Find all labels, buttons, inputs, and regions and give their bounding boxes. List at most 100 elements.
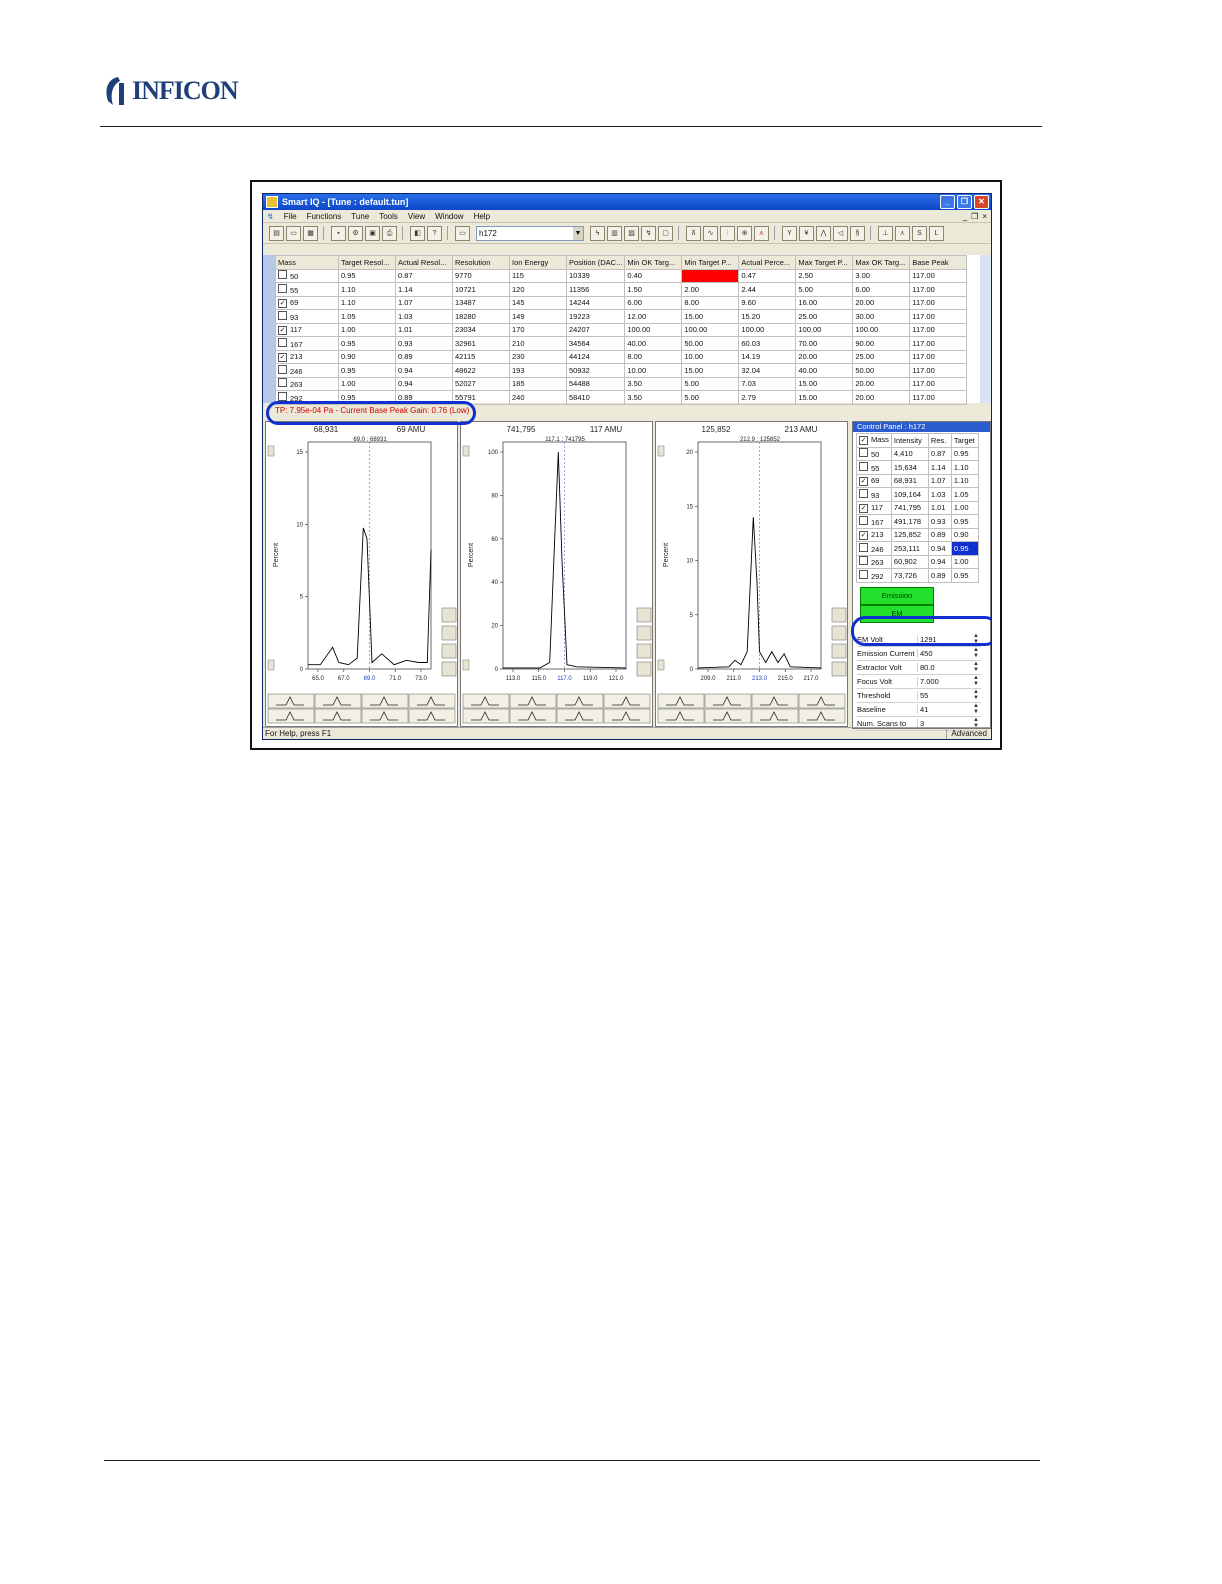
table-cell[interactable]: 32961 bbox=[452, 336, 510, 351]
row-checkbox[interactable] bbox=[278, 364, 287, 374]
table-cell[interactable]: 13487 bbox=[452, 295, 510, 310]
table-cell[interactable]: 117.00 bbox=[909, 268, 968, 283]
table-cell[interactable]: 54488 bbox=[565, 376, 626, 391]
table-cell[interactable]: ✓ 117 bbox=[275, 322, 339, 337]
peak-shape-button[interactable] bbox=[798, 708, 846, 724]
table-cell[interactable]: 1.00 bbox=[338, 376, 396, 391]
peak-shape-button[interactable] bbox=[462, 708, 510, 724]
table-cell[interactable]: 15.00 bbox=[681, 309, 740, 324]
table-cell[interactable]: 2.50 bbox=[795, 268, 854, 283]
tool-icon[interactable]: § bbox=[850, 225, 865, 241]
table-cell[interactable]: 230 bbox=[509, 349, 567, 364]
table-cell[interactable]: 30.00 bbox=[852, 309, 911, 324]
table-cell[interactable]: 117.00 bbox=[909, 363, 968, 378]
col-actual-percent[interactable]: Actual Perce... bbox=[738, 255, 797, 270]
col-resolution[interactable]: Resolution bbox=[452, 255, 510, 270]
peak-shape-button[interactable] bbox=[603, 708, 651, 724]
table-cell[interactable]: 6.00 bbox=[624, 295, 683, 310]
row-checkbox[interactable]: ✓ bbox=[278, 352, 287, 362]
help-icon[interactable]: ? bbox=[427, 225, 442, 241]
table-cell[interactable]: 8.00 bbox=[681, 295, 740, 310]
menu-help[interactable]: Help bbox=[474, 212, 490, 221]
filter-icon[interactable]: Y bbox=[782, 225, 797, 241]
table-cell[interactable]: 0.95 bbox=[338, 363, 396, 378]
menu-tune[interactable]: Tune bbox=[351, 212, 369, 221]
table-cell[interactable]: 10.00 bbox=[624, 363, 683, 378]
table-cell[interactable]: 5.00 bbox=[681, 390, 740, 405]
cp-row-checkbox[interactable] bbox=[859, 461, 868, 471]
table-cell[interactable]: 25.00 bbox=[795, 309, 854, 324]
table-cell[interactable]: 1.05 bbox=[338, 309, 396, 324]
table-cell[interactable]: 170 bbox=[509, 322, 567, 337]
peak-shape-button[interactable] bbox=[704, 693, 752, 709]
table-cell[interactable]: 1.01 bbox=[395, 322, 453, 337]
table-cell[interactable]: 2.00 bbox=[681, 282, 740, 297]
cp-row-checkbox[interactable] bbox=[859, 515, 868, 525]
export-icon[interactable]: ▣ bbox=[365, 225, 380, 241]
table-cell[interactable]: 20.00 bbox=[852, 376, 911, 391]
table-cell[interactable]: 0.93 bbox=[395, 336, 453, 351]
table-cell[interactable]: 60.03 bbox=[738, 336, 797, 351]
peak-shape-button[interactable] bbox=[751, 708, 799, 724]
table-row[interactable]: 50 0.95 0.87 9770 115 10339 0.40 0.50 0.47 2.50 3.… bbox=[275, 268, 968, 283]
table-cell[interactable]: 14244 bbox=[565, 295, 626, 310]
col-target-resolution[interactable]: Target Resol... bbox=[338, 255, 396, 270]
peak-red-icon[interactable]: ⋏ bbox=[754, 225, 769, 241]
table-cell[interactable]: 100.00 bbox=[738, 322, 797, 337]
table-cell[interactable]: 193 bbox=[509, 363, 567, 378]
cp-cell[interactable]: 55 bbox=[856, 460, 892, 475]
spinner-icon[interactable]: ▲ ▼ bbox=[973, 675, 981, 687]
peak-shape-button[interactable] bbox=[408, 693, 456, 709]
cp-row-checkbox[interactable] bbox=[859, 556, 868, 566]
monitor-icon[interactable]: ▭ bbox=[455, 225, 470, 241]
peak-shape-button[interactable] bbox=[556, 708, 604, 724]
table-cell[interactable]: 50.00 bbox=[681, 336, 740, 351]
row-checkbox[interactable] bbox=[278, 378, 287, 388]
col-ion-energy[interactable]: Ion Energy bbox=[509, 255, 567, 270]
table-cell[interactable]: 10721 bbox=[452, 282, 510, 297]
cp-cell[interactable]: 1.07 bbox=[927, 473, 952, 488]
cp-row-checkbox[interactable]: ✓ bbox=[859, 476, 868, 486]
table-cell[interactable]: 100.00 bbox=[795, 322, 854, 337]
table-cell[interactable]: 120 bbox=[509, 282, 567, 297]
cp-row[interactable]: ✓ 117 741,795 1.01 1.00 bbox=[856, 500, 979, 515]
menu-view[interactable]: View bbox=[408, 212, 425, 221]
cp-cell[interactable]: ✓ 117 bbox=[856, 500, 892, 515]
grid-icon[interactable]: ▦ bbox=[303, 225, 318, 241]
menu-functions[interactable]: Functions bbox=[307, 212, 342, 221]
cp-cell[interactable]: ✓ 69 bbox=[856, 473, 892, 488]
cp-cell[interactable]: 1.01 bbox=[927, 500, 952, 515]
property-value[interactable]: 55 bbox=[917, 690, 973, 700]
cp-row[interactable]: 55 15,634 1.14 1.10 bbox=[856, 460, 979, 475]
restore-button[interactable]: ❐ bbox=[957, 195, 972, 209]
peak-icon[interactable] bbox=[441, 607, 457, 623]
table-row[interactable]: 246 0.95 0.94 48622 193 50932 10.00 15.00 32.04 4… bbox=[275, 363, 968, 378]
table-cell[interactable]: 34564 bbox=[565, 336, 626, 351]
table-cell[interactable]: 44124 bbox=[565, 349, 626, 364]
cp-cell[interactable]: 60,902 bbox=[890, 554, 929, 569]
load-tune-icon[interactable]: L bbox=[929, 225, 944, 241]
cp-cell[interactable]: 1.00 bbox=[950, 500, 979, 515]
spinner-icon[interactable]: ▲ ▼ bbox=[973, 661, 981, 673]
scan-icon[interactable]: ∿ bbox=[703, 225, 718, 241]
cp-row[interactable]: 50 4,410 0.87 0.95 bbox=[856, 446, 979, 461]
table-cell[interactable]: 2.44 bbox=[738, 282, 797, 297]
cp-row[interactable]: ✓ 213 125,852 0.89 0.90 bbox=[856, 527, 979, 542]
cp-row[interactable]: 167 491,178 0.93 0.95 bbox=[856, 514, 979, 529]
table-cell[interactable]: 55 bbox=[275, 282, 339, 297]
menu-window[interactable]: Window bbox=[435, 212, 463, 221]
cp-cell[interactable]: 1.10 bbox=[950, 473, 979, 488]
zoom-icon[interactable]: ⊕ bbox=[737, 225, 752, 241]
zoom-out-icon[interactable] bbox=[831, 643, 847, 659]
cp-cell[interactable]: 491,178 bbox=[890, 514, 929, 529]
table-cell[interactable]: 15.00 bbox=[795, 376, 854, 391]
scroll-up-icon[interactable] bbox=[267, 445, 275, 457]
peak-shape-button[interactable] bbox=[361, 708, 409, 724]
property-value[interactable]: 41 bbox=[917, 704, 973, 714]
table-row[interactable]: 263 1.00 0.94 52027 185 54488 3.50 5.00 7.03 15.0… bbox=[275, 376, 968, 391]
table-cell[interactable]: 1.07 bbox=[395, 295, 453, 310]
table-row[interactable]: ✓ 213 0.90 0.89 42115 230 44124 8.00 10.00 14.19 2… bbox=[275, 349, 968, 364]
cp-cell[interactable]: 1.03 bbox=[927, 487, 952, 502]
peak-shape-button[interactable] bbox=[509, 693, 557, 709]
peak-shape-icon[interactable]: ⋏ bbox=[895, 225, 910, 241]
